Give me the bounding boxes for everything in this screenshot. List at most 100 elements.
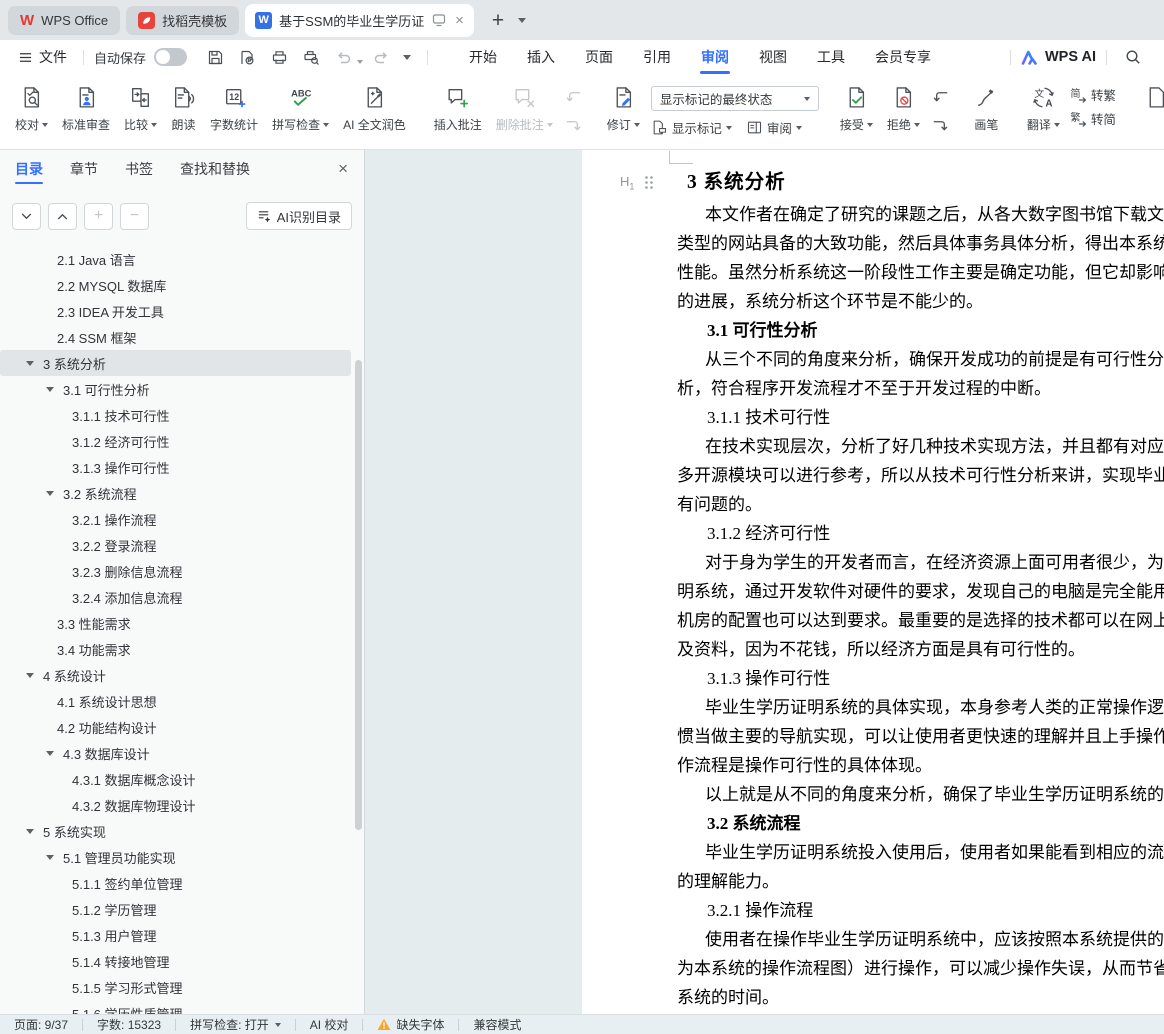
previous-comment-button[interactable] [562,86,586,108]
sidebar-tab[interactable]: 目录 [15,150,43,188]
toc-item[interactable]: 4.3.1 数据库概念设计 [0,766,364,792]
toc-item[interactable]: 3.2.2 登录流程 [0,532,364,558]
sidebar-tab[interactable]: 查找和替换 [180,150,250,188]
menu-item[interactable]: 开始 [454,40,512,74]
toc-next-heading-button[interactable] [12,203,41,230]
spellcheck-indicator[interactable]: 拼写检查: 打开 [190,1016,281,1033]
toc-item[interactable]: 2.2 MYSQL 数据库 [0,272,364,298]
caret-down-icon[interactable] [26,829,34,834]
export-pdf-button[interactable] [234,45,260,69]
toc-item[interactable]: 5.1.1 签约单位管理 [0,870,364,896]
toc-item[interactable]: 2.1 Java 语言 [0,246,364,272]
print-button[interactable] [266,45,292,69]
toc-collapse-button[interactable]: − [120,203,149,230]
sidebar-close-icon[interactable]: × [338,160,348,177]
toc-item[interactable]: 5.1 管理员功能实现 [0,844,364,870]
ai-polish-button[interactable]: AI 全文润色 [336,80,413,142]
toc-item[interactable]: 4.3.2 数据库物理设计 [0,792,364,818]
ink-brush-button[interactable]: 画笔 [967,80,1006,142]
track-changes-button[interactable]: 修订 [600,80,647,142]
toc-item[interactable]: 2.3 IDEA 开发工具 [0,298,364,324]
toc-item[interactable]: 5.1.6 学历性质管理 [0,1000,364,1014]
menu-item[interactable]: 插入 [512,40,570,74]
word-count-button[interactable]: 12 字数统计 [203,80,265,142]
menu-item[interactable]: 会员专享 [860,40,946,74]
quick-access-more-icon[interactable] [403,55,411,60]
undo-button[interactable] [330,45,356,69]
tab-wps-office[interactable]: W WPS Office [8,6,120,35]
tab-list-chevron-icon[interactable] [518,18,526,23]
heading-handle[interactable]: H1 [620,174,654,192]
ai-recognize-toc-button[interactable]: AI识别目录 [246,202,352,230]
toc-item[interactable]: 3.2.1 操作流程 [0,506,364,532]
file-menu[interactable]: 文件 [12,47,73,67]
to-traditional-button[interactable]: 简 转繁 [1069,85,1116,104]
caret-down-icon[interactable] [26,361,34,366]
close-tab-icon[interactable]: × [455,12,464,29]
spell-check-button[interactable]: ABC 拼写检查 [265,80,336,142]
menu-item[interactable]: 审阅 [686,40,744,74]
tab-document-active[interactable]: W 基于SSM的毕业生学历证明系 × [245,4,474,37]
toc-expand-button[interactable]: + [84,203,113,230]
word-count-indicator[interactable]: 字数: 15323 [97,1016,161,1033]
toc-item[interactable]: 5.1.5 学习形式管理 [0,974,364,1000]
caret-down-icon[interactable] [46,855,54,860]
toc-item[interactable]: 3.1.3 操作可行性 [0,454,364,480]
review-pane-button[interactable]: 审阅 [746,118,802,137]
read-aloud-button[interactable]: 朗读 [164,80,203,142]
caret-down-icon[interactable] [46,491,54,496]
caret-down-icon[interactable] [46,387,54,392]
tab-docer-templates[interactable]: 找稻壳模板 [126,6,239,35]
insert-comment-button[interactable]: 插入批注 [427,80,489,142]
page-indicator[interactable]: 页面: 9/37 [14,1016,68,1033]
markup-state-select[interactable]: 显示标记的最终状态 [651,86,819,111]
toc-item[interactable]: 3.2.4 添加信息流程 [0,584,364,610]
caret-down-icon[interactable] [46,751,54,756]
toc-item[interactable]: 4 系统设计 [0,662,364,688]
print-preview-button[interactable] [298,45,324,69]
toc-item[interactable]: 3.1 可行性分析 [0,376,364,402]
reject-revision-button[interactable]: 拒绝 [880,80,927,142]
wps-ai-button[interactable]: WPS AI [1021,49,1096,65]
proofread-button[interactable]: 校对 [8,80,55,142]
document-page[interactable]: H1 3 系统分析 本文作者在确定了研究的课题之后，从各大数字图书馆下载文献 类… [582,150,1164,1014]
delete-comment-button[interactable]: 删除批注 [489,80,560,142]
ai-proofread-indicator[interactable]: AI 校对 [310,1016,349,1033]
autosave-toggle[interactable] [154,48,187,66]
toc-item[interactable]: 3 系统分析 [0,350,351,376]
sidebar-tab[interactable]: 章节 [70,150,98,188]
missing-font-indicator[interactable]: 缺失字体 [377,1016,444,1033]
menu-item[interactable]: 工具 [802,40,860,74]
compare-button[interactable]: 比较 [117,80,164,142]
menu-item[interactable]: 页面 [570,40,628,74]
toc-item[interactable]: 3.1.1 技术可行性 [0,402,364,428]
toc-item[interactable]: 3.1.2 经济可行性 [0,428,364,454]
accept-revision-button[interactable]: 接受 [833,80,880,142]
toc-item[interactable]: 5.1.2 学历管理 [0,896,364,922]
to-simplified-button[interactable]: 繁 转简 [1069,109,1116,128]
menu-item[interactable]: 视图 [744,40,802,74]
toc-item[interactable]: 3.2 系统流程 [0,480,364,506]
sidebar-tab[interactable]: 书签 [125,150,153,188]
standard-review-button[interactable]: 标准审查 [55,80,117,142]
save-button[interactable] [202,45,228,69]
toc-item[interactable]: 3.4 功能需求 [0,636,364,662]
show-markup-button[interactable]: 显示标记 [651,118,732,137]
toc-item[interactable]: 4.2 功能结构设计 [0,714,364,740]
compat-mode-indicator[interactable]: 兼容模式 [473,1016,521,1033]
next-revision-button[interactable] [929,115,953,137]
toc-item[interactable]: 5.1.4 转接地管理 [0,948,364,974]
redo-button[interactable] [368,45,394,69]
undo-dropdown-icon[interactable] [357,60,363,64]
drag-handle-icon[interactable] [644,175,654,190]
toc-previous-heading-button[interactable] [48,203,77,230]
new-tab-button[interactable]: + [492,10,504,31]
toc-item[interactable]: 4.3 数据库设计 [0,740,364,766]
sidebar-scrollbar-thumb[interactable] [355,360,362,830]
translate-button[interactable]: 文A 翻译 [1020,80,1067,142]
toc-item[interactable]: 3.2.3 删除信息流程 [0,558,364,584]
next-comment-button[interactable] [562,115,586,137]
toc-item[interactable]: 5 系统实现 [0,818,364,844]
menu-item[interactable]: 引用 [628,40,686,74]
search-button[interactable] [1120,45,1146,69]
